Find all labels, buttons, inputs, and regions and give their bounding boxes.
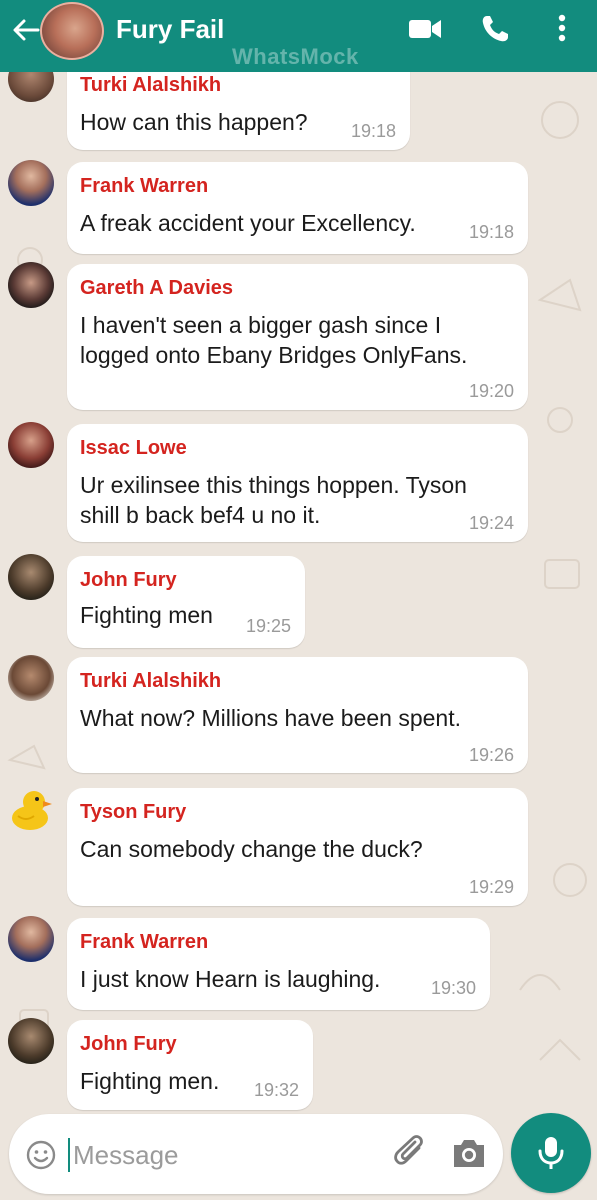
rubber-duck-avatar[interactable] — [8, 786, 54, 832]
message-input[interactable] — [71, 1132, 375, 1178]
message-time: 19:18 — [468, 222, 514, 242]
sender-name: Issac Lowe — [80, 437, 187, 459]
message-time: 19:29 — [468, 877, 514, 897]
avatar[interactable] — [8, 422, 54, 468]
message-bubble[interactable]: Tyson Fury Can somebody change the duck?… — [67, 788, 528, 906]
avatar[interactable] — [8, 1018, 54, 1064]
message-text: I just know Hearn is laughing. — [80, 966, 381, 992]
message-bubble[interactable]: John Fury Fighting men. 19:32 — [67, 1020, 313, 1110]
message-time: 19:24 — [468, 513, 514, 533]
sender-name: John Fury — [80, 569, 177, 591]
phone-icon[interactable] — [478, 14, 512, 44]
message-text: A freak accident your Excellency. — [80, 210, 416, 236]
sender-name: Tyson Fury — [80, 801, 187, 823]
video-call-icon[interactable] — [408, 14, 442, 44]
message-time: 19:30 — [430, 978, 476, 998]
camera-icon[interactable] — [450, 1136, 488, 1170]
mic-icon — [538, 1137, 564, 1169]
message-time: 19:25 — [245, 616, 291, 636]
more-vertical-icon[interactable] — [550, 14, 574, 44]
message-bubble[interactable]: Frank Warren A freak accident your Excel… — [67, 162, 528, 254]
back-arrow-icon[interactable] — [10, 14, 42, 46]
sender-name: Turki Alalshikh — [80, 670, 222, 692]
avatar[interactable] — [8, 160, 54, 206]
message-text: Fighting men. — [80, 1068, 220, 1094]
message-time: 19:26 — [468, 745, 514, 765]
attach-icon[interactable] — [392, 1134, 430, 1174]
message-bubble[interactable]: Gareth A Davies I haven't seen a bigger … — [67, 264, 528, 410]
avatar[interactable] — [8, 554, 54, 600]
group-avatar[interactable] — [40, 2, 104, 60]
message-text: Can somebody change the duck? — [80, 836, 423, 862]
message-text: How can this happen? — [80, 109, 308, 135]
sender-name: Frank Warren — [80, 931, 209, 953]
sender-name: Gareth A Davies — [80, 277, 234, 299]
watermark: WhatsMock — [232, 44, 359, 69]
sender-name: Turki Alalshikh — [80, 74, 222, 96]
message-time: 19:20 — [468, 381, 514, 401]
message-bubble[interactable]: Frank Warren I just know Hearn is laughi… — [67, 918, 490, 1010]
message-time: 19:32 — [253, 1080, 299, 1100]
sender-name: John Fury — [80, 1033, 177, 1055]
sender-name: Frank Warren — [80, 175, 209, 197]
message-text: Ur exilinsee this things hoppen. Tyson s… — [80, 472, 467, 528]
avatar[interactable] — [8, 916, 54, 962]
avatar[interactable] — [8, 655, 54, 701]
message-bubble[interactable]: Turki Alalshikh What now? Millions have … — [67, 657, 528, 773]
voice-record-button[interactable] — [511, 1113, 591, 1193]
message-composer — [9, 1114, 503, 1194]
text-cursor — [68, 1138, 70, 1172]
message-time: 19:18 — [350, 121, 396, 141]
chat-header: Fury Fail WhatsMock — [0, 0, 597, 72]
message-bubble[interactable]: John Fury Fighting men 19:25 — [67, 556, 305, 648]
message-text: Fighting men — [80, 602, 213, 628]
message-text: I haven't seen a bigger gash since I log… — [80, 312, 468, 368]
avatar[interactable] — [8, 262, 54, 308]
message-text: What now? Millions have been spent. — [80, 705, 461, 731]
emoji-icon[interactable] — [25, 1139, 57, 1171]
duck-icon — [12, 791, 52, 830]
message-bubble[interactable]: Issac Lowe Ur exilinsee this things hopp… — [67, 424, 528, 542]
chat-title[interactable]: Fury Fail — [116, 14, 224, 45]
